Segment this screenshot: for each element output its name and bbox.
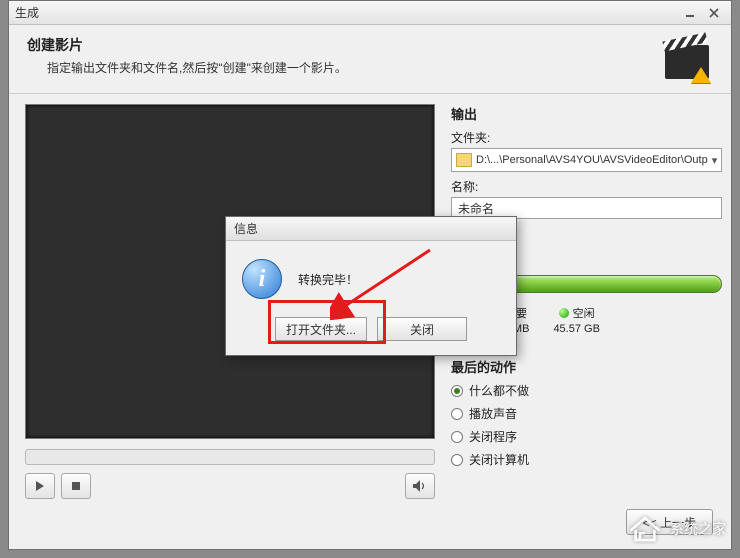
free-value: 45.57 GB: [553, 323, 599, 335]
header: 创建影片 指定输出文件夹和文件名,然后按"创建"来创建一个影片。: [9, 25, 731, 94]
window-title: 生成: [15, 4, 39, 21]
radio-none-label: 什么都不做: [469, 382, 529, 399]
minimize-icon: [685, 8, 695, 18]
stop-icon: [71, 481, 81, 491]
folder-icon: [456, 153, 472, 167]
radio-sound-label: 播放声音: [469, 405, 517, 422]
folder-path-text: D:\...\Personal\AVS4YOU\AVSVideoEditor\O…: [476, 154, 708, 166]
output-folder-dropdown[interactable]: D:\...\Personal\AVS4YOU\AVSVideoEditor\O…: [451, 148, 722, 172]
close-msg-label: 关闭: [410, 321, 434, 338]
header-title: 创建影片: [27, 35, 663, 55]
watermark: 系统之家: [628, 514, 726, 544]
radio-icon: [451, 408, 463, 420]
speaker-icon: [413, 480, 427, 492]
close-msg-button[interactable]: 关闭: [377, 317, 467, 341]
open-folder-label: 打开文件夹...: [286, 321, 356, 338]
folder-label: 文件夹:: [451, 129, 722, 146]
radio-shutdown-label: 关闭计算机: [469, 451, 529, 468]
play-button[interactable]: [25, 473, 55, 499]
watermark-text: 系统之家: [670, 519, 726, 539]
dot-green-icon: [559, 308, 569, 318]
info-dialog-titlebar[interactable]: 信息: [226, 217, 516, 241]
open-folder-button[interactable]: 打开文件夹...: [275, 317, 367, 341]
backdrop-right: [732, 0, 740, 558]
seek-slider[interactable]: [25, 449, 435, 465]
titlebar[interactable]: 生成: [9, 1, 731, 25]
radio-shutdown[interactable]: 关闭计算机: [451, 451, 722, 468]
backdrop-left: [0, 0, 8, 558]
chevron-down-icon: ▾: [708, 154, 718, 167]
post-action-section: 最后的动作 什么都不做 播放声音 关闭程序 关闭计算机: [451, 357, 722, 468]
minimize-button[interactable]: [679, 5, 701, 21]
info-message-text: 转换完毕！: [298, 271, 358, 288]
radio-icon: [451, 385, 463, 397]
close-button[interactable]: [703, 5, 725, 21]
info-dialog-title: 信息: [234, 220, 258, 237]
info-icon: i: [242, 259, 282, 299]
close-icon: [709, 8, 719, 18]
radio-icon: [451, 454, 463, 466]
info-dialog: 信息 i 转换完毕！ 打开文件夹... 关闭: [225, 216, 517, 356]
free-label: 空闲: [573, 305, 595, 321]
radio-sound[interactable]: 播放声音: [451, 405, 722, 422]
name-label: 名称:: [451, 178, 722, 195]
stop-button[interactable]: [61, 473, 91, 499]
header-subtitle: 指定输出文件夹和文件名,然后按"创建"来创建一个影片。: [47, 59, 663, 76]
watermark-house-icon: [628, 514, 662, 544]
radio-close-app[interactable]: 关闭程序: [451, 428, 722, 445]
volume-button[interactable]: [405, 473, 435, 499]
backdrop-bottom: [0, 550, 740, 558]
output-section-title: 输出: [451, 104, 722, 123]
play-icon: [35, 481, 45, 491]
post-action-title: 最后的动作: [451, 357, 722, 376]
radio-none[interactable]: 什么都不做: [451, 382, 722, 399]
radio-icon: [451, 431, 463, 443]
radio-close-app-label: 关闭程序: [469, 428, 517, 445]
clapperboard-icon: [663, 35, 713, 85]
